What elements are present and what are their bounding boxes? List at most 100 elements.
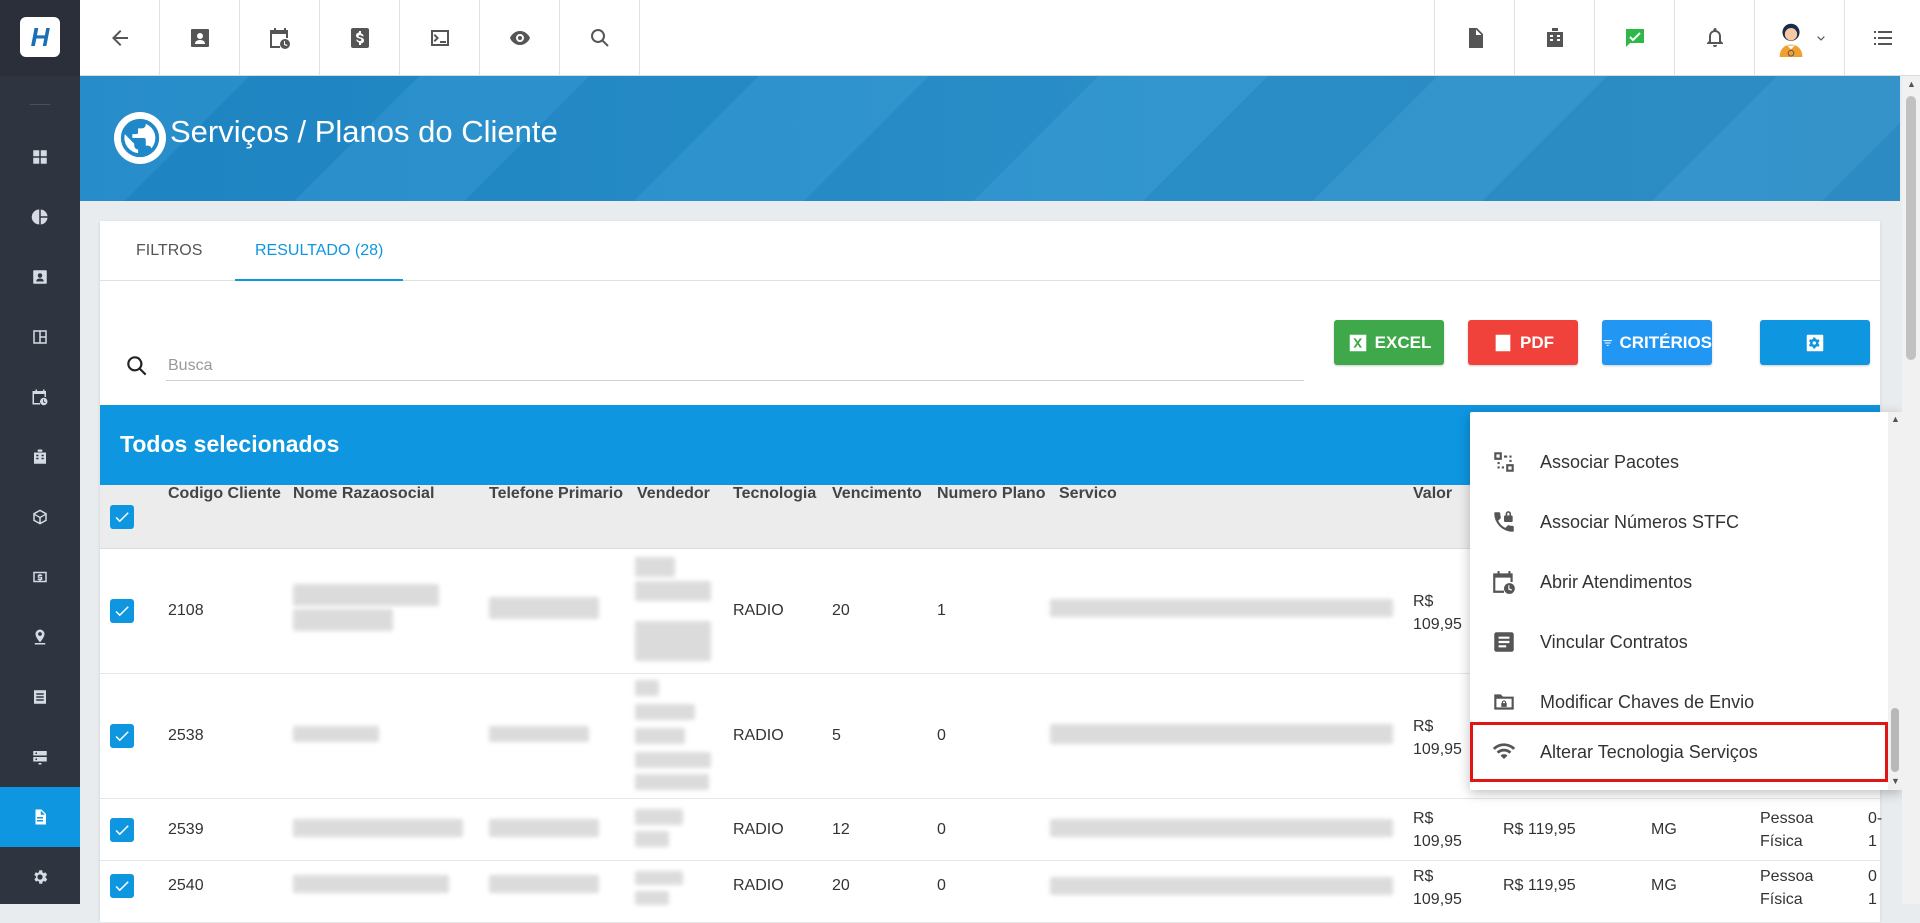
scroll-up-arrow-icon[interactable]: ▲ <box>1907 79 1916 89</box>
cell-tipo-pessoa-line1: Pessoa <box>1760 810 1814 827</box>
cell-valor: R$ 109,95 <box>1413 865 1462 911</box>
dropdown-scrollbar[interactable]: ▲ ▼ <box>1888 412 1902 790</box>
column-codigo-cliente[interactable]: Codigo Cliente <box>168 485 281 549</box>
server-icon[interactable] <box>0 727 80 787</box>
avatar[interactable] <box>1754 0 1844 76</box>
pdf-icon[interactable] <box>1434 0 1514 76</box>
contact-card-icon[interactable] <box>0 247 80 307</box>
eye-icon[interactable] <box>480 0 560 76</box>
column-numero-plano[interactable]: Numero Plano <box>937 485 1045 549</box>
cell-tecnologia: RADIO <box>733 602 784 619</box>
chat-check-icon[interactable] <box>1594 0 1674 76</box>
column-nome-razaosocial[interactable]: Nome Razaosocial <box>293 485 434 549</box>
search-icon <box>127 356 147 376</box>
search-icon[interactable] <box>560 0 640 76</box>
calendar-clock-icon[interactable] <box>240 0 320 76</box>
cell-tipo-pessoa-line2: Física <box>1760 891 1803 908</box>
selection-text: Todos selecionados <box>120 431 340 457</box>
tab-resultado[interactable]: RESULTADO (28) <box>235 221 404 281</box>
pdf-button[interactable]: PDF <box>1468 320 1578 365</box>
board-icon[interactable] <box>0 307 80 367</box>
column-vencimento[interactable]: Vencimento <box>832 485 922 549</box>
redacted-telefone <box>489 819 599 837</box>
redacted-vendedor <box>635 621 711 661</box>
dollar-icon[interactable] <box>320 0 400 76</box>
menu-item-label: Vincular Contratos <box>1540 631 1688 652</box>
redacted-servico <box>1050 724 1393 744</box>
calendar-clock-icon[interactable] <box>0 367 80 427</box>
menu-item-label: Abrir Atendimentos <box>1540 571 1693 592</box>
menu-item-associar-pacotes[interactable]: Associar Pacotes <box>1470 432 1888 492</box>
chevron-down-icon[interactable] <box>1814 31 1828 45</box>
cell-tecnologia: RADIO <box>733 821 784 838</box>
row-checkbox[interactable] <box>110 724 134 748</box>
redacted-servico <box>1050 599 1393 617</box>
menu-item-abrir-atendimentos[interactable]: Abrir Atendimentos <box>1470 552 1888 612</box>
menu-item-label: Modificar Chaves de Envio <box>1540 691 1755 712</box>
page-scrollbar[interactable]: ▲ <box>1902 76 1920 904</box>
column-tecnologia[interactable]: Tecnologia <box>733 485 816 549</box>
settings-icon[interactable] <box>0 847 80 907</box>
scroll-down-arrow-icon[interactable]: ▼ <box>1891 776 1900 786</box>
table-row[interactable]: 2540 RADIO 20 0 R$ 109,95 R$ 119,95 MG Pe… <box>100 861 1880 923</box>
cell-numero-plano: 0 <box>937 821 946 838</box>
check-icon <box>115 731 129 742</box>
row-checkbox[interactable] <box>110 599 134 623</box>
tab-filtros[interactable]: FILTROS <box>116 221 222 281</box>
pie-chart-icon[interactable] <box>0 187 80 247</box>
package-icon[interactable] <box>0 487 80 547</box>
cell-vencimento: 20 <box>832 602 850 619</box>
app-logo[interactable]: H <box>20 17 60 57</box>
criterios-button[interactable]: CRITÉRIOS <box>1602 320 1712 365</box>
dashboard-icon[interactable] <box>0 127 80 187</box>
menu-item-vincular-contratos[interactable]: Vincular Contratos <box>1470 612 1888 672</box>
menu-item-associar-numeros-stfc[interactable]: Associar Números STFC <box>1470 492 1888 552</box>
sidebar-divider <box>30 104 50 105</box>
cell-extra: 0- 1 <box>1868 807 1882 853</box>
cell-extra-line1: 0 <box>1868 868 1877 885</box>
cell-numero-plano: 1 <box>937 602 946 619</box>
scroll-up-arrow-icon[interactable]: ▲ <box>1891 414 1900 424</box>
money-icon[interactable] <box>0 547 80 607</box>
row-checkbox[interactable] <box>110 874 134 898</box>
scroll-thumb[interactable] <box>1891 708 1899 772</box>
cell-valor-amount: 109,95 <box>1413 833 1462 850</box>
row-checkbox[interactable] <box>110 818 134 842</box>
settings-button[interactable] <box>1760 320 1870 365</box>
redacted-vendedor <box>635 581 711 601</box>
document-icon[interactable] <box>0 787 80 847</box>
cell-uf: MG <box>1651 877 1677 894</box>
building-icon[interactable] <box>0 427 80 487</box>
redacted-vendedor <box>635 891 669 905</box>
menu-list-icon[interactable] <box>1844 0 1920 76</box>
column-valor[interactable]: Valor <box>1413 485 1452 549</box>
back-arrow-icon[interactable] <box>80 0 160 76</box>
scroll-thumb[interactable] <box>1906 96 1916 360</box>
table-row[interactable]: 2539 RADIO 12 0 R$ 109,95 R$ 119,95 MG Pe… <box>100 799 1882 861</box>
contact-card-icon[interactable] <box>160 0 240 76</box>
select-all-checkbox[interactable] <box>110 505 134 529</box>
redacted-vendedor <box>635 704 695 720</box>
bell-icon[interactable] <box>1674 0 1754 76</box>
cell-tipo-pessoa-line1: Pessoa <box>1760 868 1814 885</box>
cell-vencimento: 12 <box>832 821 850 838</box>
search-input[interactable] <box>166 351 1304 381</box>
map-pin-icon[interactable] <box>0 607 80 667</box>
cell-valor-amount: 109,95 <box>1413 741 1462 758</box>
list-icon[interactable] <box>0 667 80 727</box>
column-telefone-primario[interactable]: Telefone Primario <box>489 485 623 549</box>
logo-text: H <box>30 21 50 52</box>
cell-valor-currency: R$ <box>1413 868 1434 885</box>
phone-lock-icon <box>1490 508 1518 536</box>
redacted-telefone <box>489 726 589 742</box>
cell-numero-plano: 0 <box>937 877 946 894</box>
column-servico[interactable]: Servico <box>1059 485 1117 549</box>
building-icon[interactable] <box>1514 0 1594 76</box>
menu-item-alterar-tecnologia-servicos[interactable]: Alterar Tecnologia Serviços <box>1470 722 1888 782</box>
terminal-icon[interactable] <box>400 0 480 76</box>
column-vendedor[interactable]: Vendedor <box>637 485 710 549</box>
wifi-icon <box>1490 738 1518 766</box>
cell-valor-amount: 109,95 <box>1413 891 1462 908</box>
redacted-nome <box>293 609 393 631</box>
excel-button[interactable]: EXCEL <box>1334 320 1444 365</box>
